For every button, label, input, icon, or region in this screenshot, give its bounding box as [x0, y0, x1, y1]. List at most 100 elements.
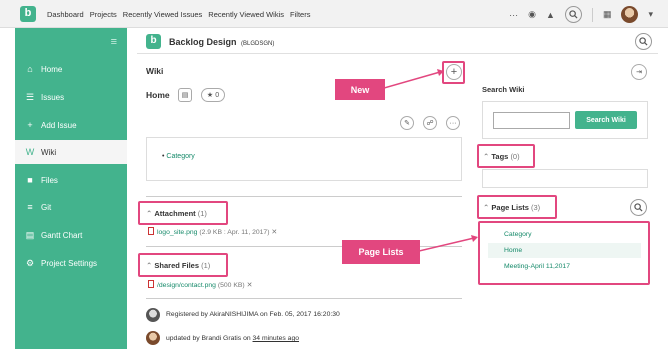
search-wiki-input[interactable]: [493, 112, 570, 129]
wiki-section-title: Wiki: [146, 66, 164, 76]
nav-recent-wikis[interactable]: Recently Viewed Wikis: [208, 10, 284, 19]
attachment-count: (1): [197, 209, 207, 218]
project-key: (BLGDSGN): [241, 41, 275, 47]
shared-files-label: Shared Files: [154, 261, 199, 270]
add-icon: +: [27, 120, 33, 130]
files-icon: ■: [27, 175, 33, 185]
more-icon[interactable]: ···: [509, 10, 518, 20]
registered-by-text: Registered by AkiraNISHIJIMA on Feb. 05,…: [166, 311, 340, 318]
tags-count: (0): [510, 152, 520, 161]
shared-files-header[interactable]: ⌃ Shared Files (1): [146, 261, 210, 270]
page-lists-callout: Page Lists: [342, 240, 420, 264]
page-lists-label: Page Lists: [491, 203, 529, 212]
sidebar-item-label: Home: [41, 64, 63, 74]
top-icons: ··· ◉ ▲ ▦ ▾: [509, 6, 653, 23]
search-wiki-title: Search Wiki: [482, 85, 525, 94]
project-title[interactable]: Backlog Design (BLGDSGN): [169, 37, 274, 47]
star-button[interactable]: ★ 0: [201, 88, 225, 102]
watch-icon[interactable]: ◉: [528, 9, 536, 20]
sidebar-item-label: Wiki: [41, 147, 57, 157]
file-icon: [148, 227, 154, 235]
updated-by-label: updated by Brandi Gratis on: [166, 335, 253, 342]
page-list-item[interactable]: Meeting-April 11,2017: [504, 263, 570, 270]
remove-icon[interactable]: ✕: [271, 229, 277, 236]
file-icon: [148, 280, 154, 288]
sidebar-item-home[interactable]: ⌂ Home: [15, 57, 127, 81]
nav-recent-issues[interactable]: Recently Viewed Issues: [123, 10, 203, 19]
sidebar-item-add-issue[interactable]: + Add Issue: [15, 113, 127, 137]
sidebar-item-label: Git: [41, 202, 52, 212]
divider: [146, 196, 462, 197]
page-lists-header[interactable]: ⌃ Page Lists (3): [483, 203, 540, 212]
search-icon[interactable]: [635, 33, 652, 50]
sidebar-item-label: Add Issue: [41, 120, 77, 130]
user-avatar[interactable]: [621, 6, 639, 23]
tags-header[interactable]: ⌃ Tags (0): [483, 152, 520, 161]
tags-box: [482, 169, 648, 188]
sidebar-item-label: Gantt Chart: [41, 230, 83, 240]
gantt-icon: ▤: [25, 229, 35, 240]
edit-icon[interactable]: ✎: [400, 116, 414, 130]
search-wiki-button[interactable]: Search Wiki: [575, 111, 637, 129]
sidebar-item-files[interactable]: ■ Files: [15, 168, 127, 192]
chevron-down-icon[interactable]: ▾: [648, 9, 653, 20]
project-header: b Backlog Design (BLGDSGN): [137, 29, 658, 54]
home-icon: ⌂: [27, 64, 33, 74]
search-icon[interactable]: [630, 199, 647, 216]
nav-filters[interactable]: Filters: [290, 10, 310, 19]
top-nav: Dashboard Projects Recently Viewed Issue…: [47, 10, 310, 19]
page-lists-count: (3): [531, 203, 541, 212]
sidebar-item-wiki[interactable]: W Wiki: [15, 140, 127, 164]
gear-icon: ⚙: [25, 257, 35, 268]
notification-icon[interactable]: ▲: [546, 10, 555, 20]
attach-icon[interactable]: ☍: [423, 116, 437, 130]
sidebar-item-label: Issues: [41, 92, 65, 102]
page-list-item[interactable]: Category: [504, 231, 532, 238]
attachment-meta: (2.9 KB : Apr. 11, 2017): [199, 229, 270, 236]
sidebar-item-issues[interactable]: ☰ Issues: [15, 85, 127, 109]
backlog-logo[interactable]: b: [20, 6, 36, 22]
wiki-icon: W: [25, 147, 35, 157]
attachment-file-link[interactable]: logo_site.png: [157, 229, 197, 236]
sidebar-item-git[interactable]: ≡ Git: [15, 195, 127, 219]
apps-grid-icon[interactable]: ▦: [603, 9, 612, 20]
divider: [146, 298, 462, 299]
menu-toggle-icon[interactable]: ≡: [111, 36, 117, 48]
shared-file-meta: (500 KB): [217, 282, 245, 289]
star-count: 0: [215, 91, 220, 99]
nav-dashboard[interactable]: Dashboard: [47, 10, 84, 19]
remove-icon[interactable]: ✕: [247, 282, 253, 289]
attachment-label: Attachment: [154, 209, 196, 218]
more-options-icon[interactable]: ···: [446, 116, 460, 130]
page-info-icon[interactable]: ▤: [178, 88, 192, 102]
avatar: [146, 331, 160, 345]
shared-file-link[interactable]: /design/contact.png: [157, 282, 216, 289]
page-lists-arrow: [419, 235, 478, 252]
avatar: [146, 308, 160, 322]
sidebar-item-label: Files: [41, 175, 58, 185]
sidebar-item-gantt-chart[interactable]: ▤ Gantt Chart: [15, 223, 127, 247]
divider: [591, 7, 593, 22]
search-icon[interactable]: [564, 6, 582, 23]
content-link-category[interactable]: Category: [166, 153, 194, 160]
attachment-header[interactable]: ⌃ Attachment (1): [146, 209, 207, 218]
nav-projects[interactable]: Projects: [90, 10, 117, 19]
content-list-item: • Category: [162, 153, 195, 160]
sidebar: ≡ ⌂ Home ☰ Issues + Add Issue W Wiki ■ Files …: [15, 28, 127, 349]
attachment-file: logo_site.png (2.9 KB : Apr. 11, 2017) ✕: [148, 227, 277, 236]
page-list-item[interactable]: Home: [504, 247, 522, 254]
project-name: Backlog Design: [169, 37, 237, 47]
updated-by-text: updated by Brandi Gratis on 34 minutes a…: [166, 335, 299, 342]
sidebar-item-label: Project Settings: [41, 258, 98, 268]
new-arrow: [384, 69, 444, 89]
search-wiki-box: Search Wiki: [482, 101, 648, 139]
shared-file: /design/contact.png (500 KB) ✕: [148, 280, 252, 289]
sidebar-item-project-settings[interactable]: ⚙ Project Settings: [15, 251, 127, 275]
collapse-panel-icon[interactable]: ⇥: [631, 64, 647, 80]
page-title: Home: [146, 90, 170, 100]
tags-label: Tags: [491, 152, 509, 161]
shared-files-count: (1): [201, 261, 211, 270]
git-icon: ≡: [27, 202, 33, 212]
issues-icon: ☰: [25, 91, 35, 102]
project-logo: b: [146, 34, 161, 49]
